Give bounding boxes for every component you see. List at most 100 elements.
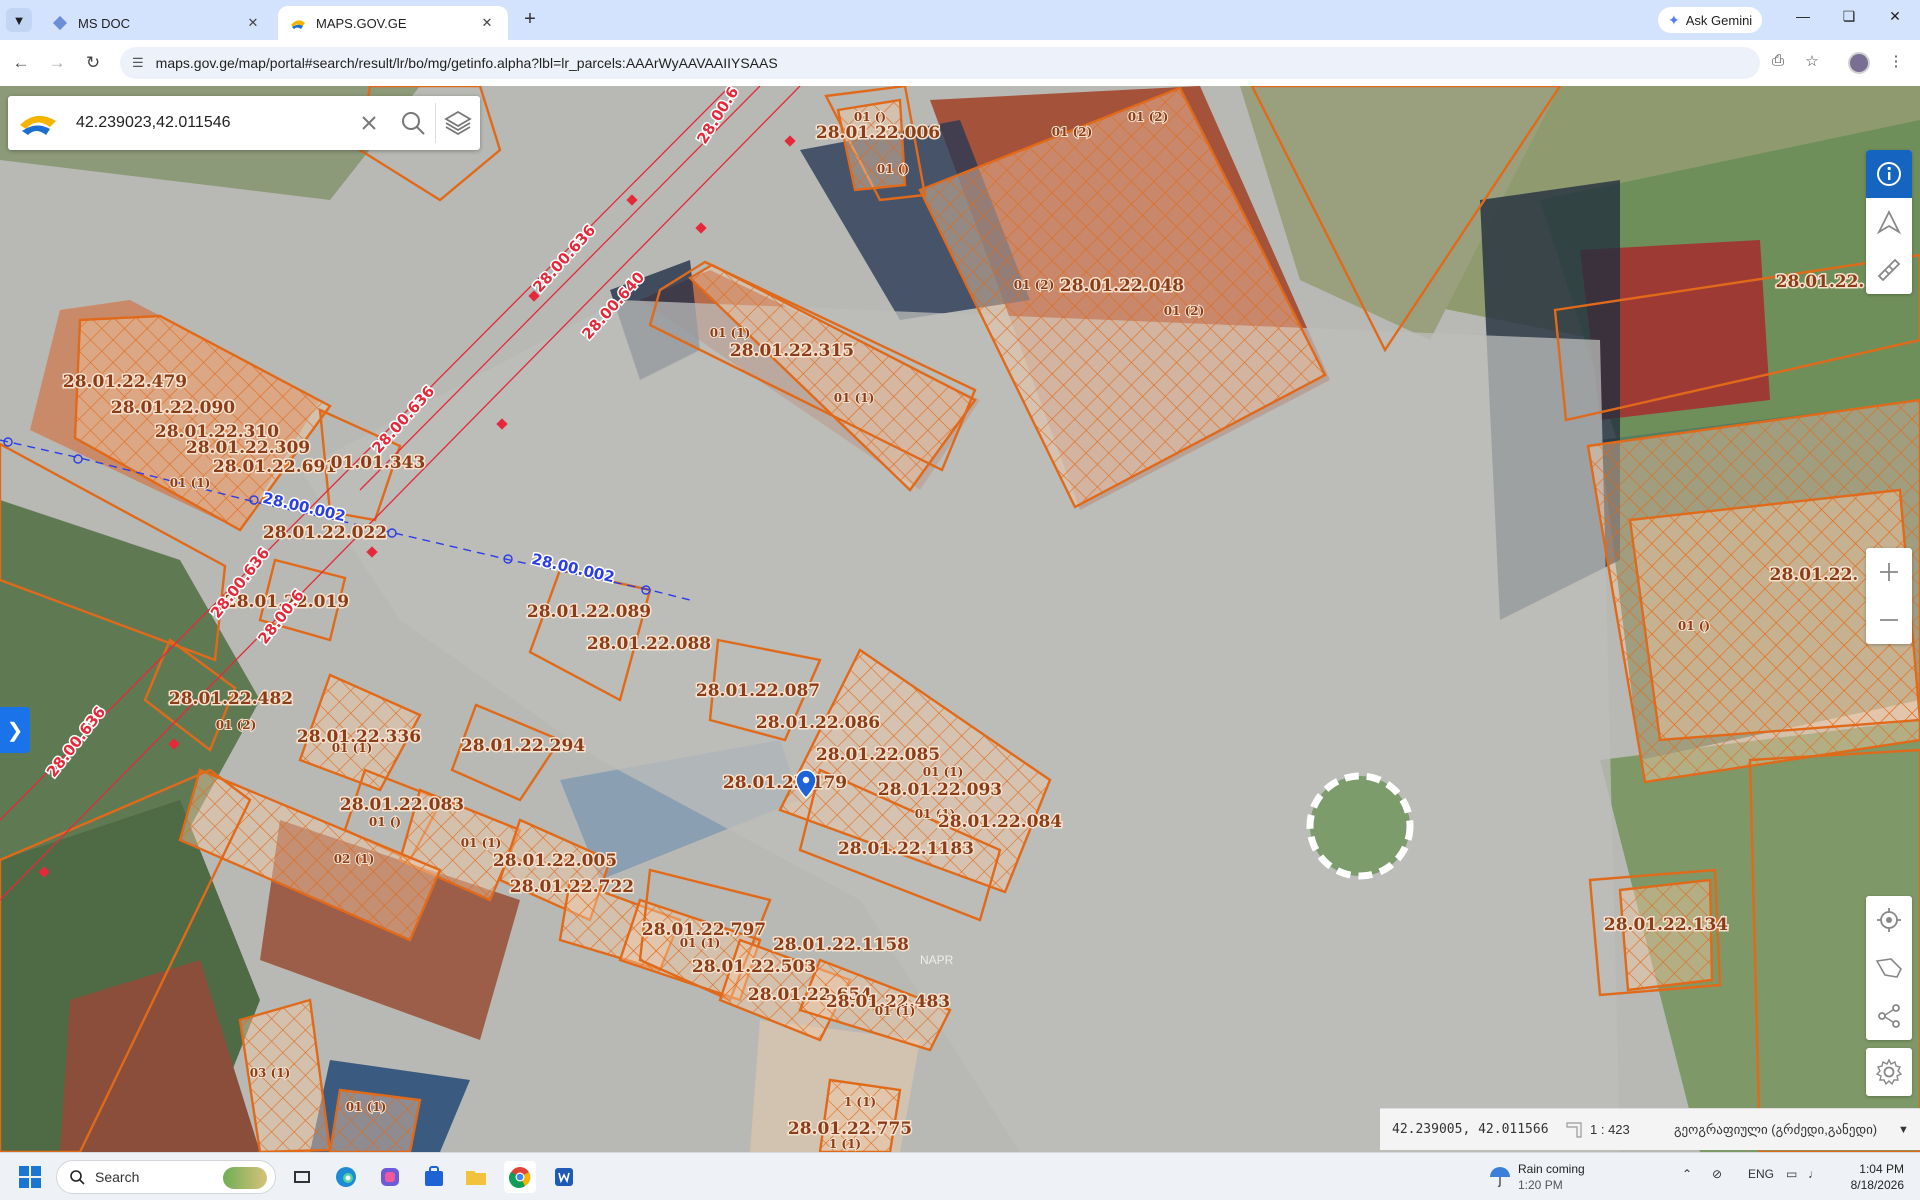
menu-kebab-icon[interactable]: ⋮ [1884,52,1908,70]
edge-button[interactable] [330,1161,362,1193]
cursor-coordinates: 42.239005, 42.011566 [1392,1122,1549,1137]
task-view-button[interactable] [286,1161,318,1193]
building-label: 01 (2) [1128,110,1169,124]
chevron-down-icon[interactable]: ▼ [1898,1124,1920,1136]
zoom-in-button[interactable] [1866,548,1912,596]
crosshair-icon [1877,908,1901,932]
tab-ms-doc[interactable]: MS DOC ✕ [40,6,274,40]
parcel-label: 28.01.22.093 [878,780,1002,800]
building-label: 03 (1) [250,1066,291,1080]
taskbar-search[interactable]: Search [56,1160,276,1194]
info-button[interactable] [1866,150,1912,198]
clock[interactable]: 1:04 PM 8/18/2026 [1830,1161,1904,1193]
search-panel: 42.239023,42.011546 [8,96,480,150]
compass-button[interactable] [1866,198,1912,246]
weather-widget[interactable]: Rain coming 1:20 PM [1490,1161,1585,1193]
draw-button[interactable] [1866,944,1912,992]
install-app-icon[interactable]: ⎙ [1766,52,1790,69]
word-button[interactable] [548,1161,580,1193]
building-label: 01 (1) [346,1100,387,1114]
display-icon[interactable]: ▭ [1786,1167,1797,1181]
building-label: 01 (2) [1164,304,1205,318]
building-label: 01 (1) [710,326,751,340]
settings-button[interactable] [1866,1048,1912,1096]
forward-button[interactable]: → [44,50,70,76]
start-button[interactable] [14,1161,46,1193]
copilot-button[interactable] [374,1161,406,1193]
weather-title: Rain coming [1518,1162,1585,1176]
measure-button[interactable] [1866,246,1912,294]
plus-icon [1880,563,1898,581]
store-button[interactable] [418,1161,450,1193]
close-tab-icon[interactable]: ✕ [478,15,496,31]
share-icon [1878,1004,1900,1028]
map-svg: 28.01.22.00601 ()01 ()01 (2)01 (2)28.01.… [0,86,1920,1152]
minimize-button[interactable]: — [1780,8,1826,32]
clear-search-button[interactable] [347,96,391,150]
ask-gemini-button[interactable]: ✦ Ask Gemini [1658,7,1763,33]
chevron-up-icon[interactable]: ⌃ [1682,1167,1692,1181]
gear-icon [1875,1058,1903,1086]
restore-button[interactable]: ❏ [1826,8,1872,32]
search-highlight-icon [223,1167,267,1189]
crs-select[interactable]: გეოგრაფიული (გრძედი,განედი) [1666,1122,1898,1138]
building-label: 01 (1) [170,476,211,490]
file-explorer-button[interactable] [460,1161,492,1193]
bookmark-star-icon[interactable]: ☆ [1800,52,1824,70]
url-field[interactable]: ☰ maps.gov.ge/map/portal#search/result/l… [120,47,1760,79]
close-tab-icon[interactable]: ✕ [244,15,262,31]
clock-date: 8/18/2026 [1850,1178,1904,1192]
chrome-button[interactable] [504,1161,536,1193]
building-label: 01 (1) [332,741,373,755]
tab-title: MS DOC [78,15,130,31]
site-info-icon[interactable]: ☰ [132,55,144,71]
parcel-label: 28.01.22.083 [340,795,464,815]
zoom-toolbar [1866,548,1912,644]
parcel-label: 28.01.22.722 [510,877,634,897]
reload-button[interactable]: ↻ [80,50,106,76]
building-label: 01 (1) [875,1004,916,1018]
parcel-label: 28.01.22.134 [1604,915,1728,935]
parcel-label: 28.01.22.087 [696,681,820,701]
weather-time: 1:20 PM [1518,1178,1563,1192]
parcel-label: 28.01.22. [1770,565,1859,585]
map-canvas[interactable]: 28.01.22.006 01 () 01 () 01 (2) 01 (2) 28.01.… [0,86,1920,1152]
layers-button[interactable] [436,96,480,150]
layers-icon [444,110,472,136]
minus-icon [1880,619,1898,621]
building-label: 01 (2) [1052,125,1093,139]
zoom-out-button[interactable] [1866,596,1912,644]
volume-icon[interactable]: ♩ [1808,1167,1820,1181]
new-tab-button[interactable]: + [518,8,542,32]
draw-shape-icon [1875,958,1902,978]
map-tools-toolbar [1866,150,1912,294]
share-button[interactable] [1866,992,1912,1040]
parcel-label: 28.01.22. [1776,272,1865,292]
parcel-label: 28.01.22.005 [493,851,617,871]
search-button[interactable] [391,96,435,150]
tab-maps-gov-ge[interactable]: MAPS.GOV.GE ✕ [278,6,508,40]
building-label: 1 (1) [844,1095,876,1109]
back-button[interactable]: ← [8,50,34,76]
language-indicator[interactable]: ENG [1748,1167,1774,1181]
windows-logo-icon [19,1166,41,1188]
ruler-icon [1877,258,1901,282]
profile-avatar[interactable] [1848,52,1870,74]
building-label: 01 () [854,110,886,124]
coordinate-bar: 42.239005, 42.011566 1 : 423 გეოგრაფიული… [1380,1108,1920,1150]
building-label: 01 (2) [1014,278,1055,292]
search-input[interactable]: 42.239023,42.011546 [68,114,347,132]
tab-title: MAPS.GOV.GE [316,15,407,31]
parcel-label: 28.01.22.315 [730,341,854,361]
parcel-label: 01.01.343 [331,453,426,473]
close-window-button[interactable]: ✕ [1872,8,1918,32]
my-location-button[interactable] [1866,896,1912,944]
side-panel-toggle-button[interactable]: ❯ [0,707,30,753]
parcel-label: 28.01.22.090 [111,398,235,418]
tab-search-button[interactable]: ▼ [6,8,32,32]
network-off-icon[interactable]: ⊘ [1712,1167,1722,1181]
navigation-toolbar [1866,896,1912,1040]
umbrella-icon [1490,1167,1510,1188]
store-icon [425,1166,443,1186]
parcel-label: 28.01.22.084 [938,812,1062,832]
